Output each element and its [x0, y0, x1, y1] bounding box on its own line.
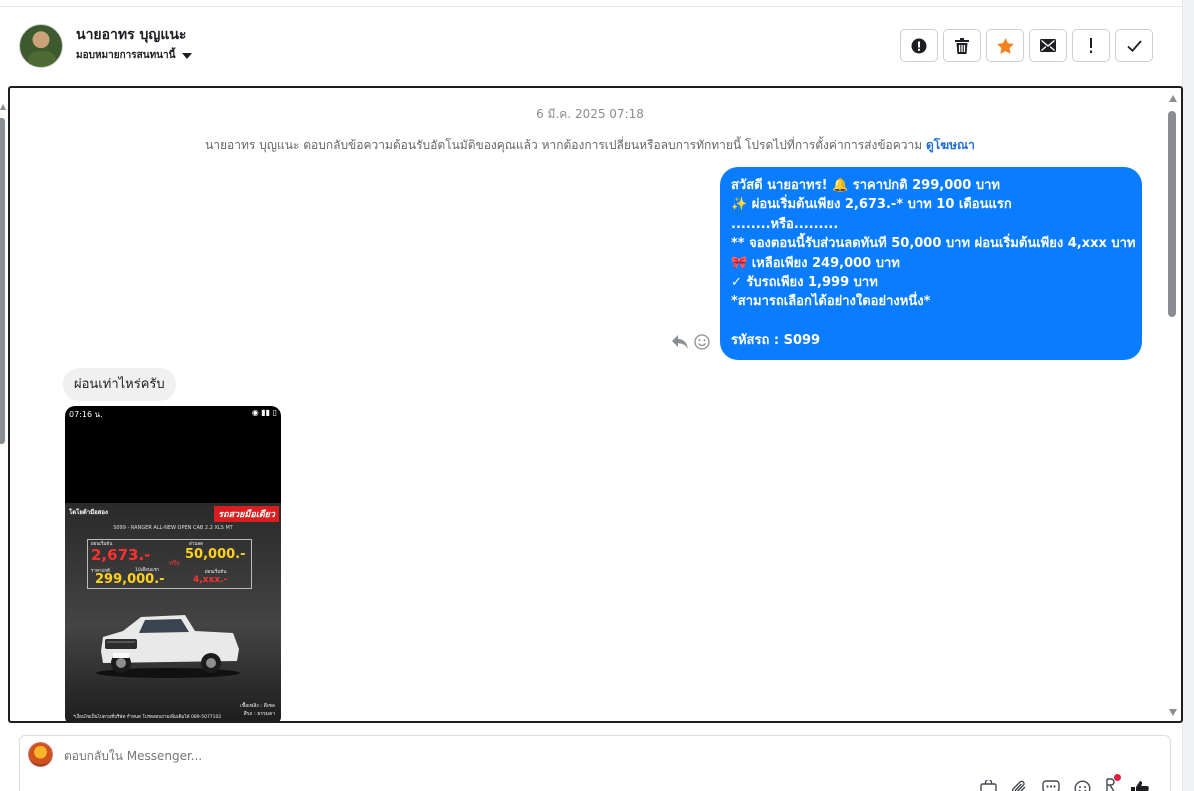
ad-label-installment2: ผ่อนเริ่มต้น: [205, 570, 227, 575]
page-avatar: [28, 742, 53, 767]
phone-status-icons: ◉ ▮▮ ▯: [251, 408, 277, 417]
ad-price-installment: 2,673.-: [91, 546, 151, 564]
ad-specs: เชื้อเพลิง : ดีเซล สีรถ : ธรรมดา: [240, 702, 275, 718]
outgoing-message-bubble[interactable]: สวัสดี นายอาทร! 🔔 ราคาปกติ 299,000 บาท ✨…: [720, 167, 1142, 361]
emoji-icon[interactable]: [1074, 780, 1091, 791]
ad-price-normal: 299,000.-: [95, 572, 165, 587]
outgoing-line: [731, 312, 1131, 331]
auto-reply-notice-text: นายอาทร บุญแนะ ตอบกลับข้อความต้อนรับอัตโ…: [205, 138, 923, 152]
outgoing-line: รหัสรถ : S099: [731, 332, 821, 348]
message-timestamp: 6 มี.ค. 2025 07:18: [536, 107, 644, 121]
notification-dot: [1114, 774, 1121, 781]
outgoing-line: ........หรือ.........: [731, 216, 839, 232]
react-emoji-icon[interactable]: [694, 334, 710, 350]
message-input[interactable]: [64, 749, 764, 763]
outgoing-line: 🎀 เหลือเพียง 249,000 บาท: [731, 255, 900, 271]
ad-fuel: เชื้อเพลิง : ดีเซล: [240, 703, 275, 709]
conversation-header: นายอาทร บุญแนะ มอบหมายการสนทนานี้: [0, 7, 1182, 86]
reply-icon[interactable]: [672, 335, 688, 349]
outgoing-line: สวัสดี นายอาทร! 🔔 ราคาปกติ 299,000 บาท: [731, 178, 1000, 193]
star-button[interactable]: [986, 29, 1024, 62]
outgoing-line: ** จองตอนนี้รับส่วนลดทันที 50,000 บาท ผ่…: [731, 236, 1136, 252]
outgoing-line: ✓ รับรถเพียง 1,999 บาท: [731, 275, 878, 291]
contact-name[interactable]: นายอาทร บุญแนะ: [76, 24, 186, 46]
incoming-message-bubble[interactable]: ผ่อนเท่าไหร่ครับ: [63, 368, 176, 401]
check-icon: [1126, 39, 1142, 52]
assign-conversation-dropdown[interactable]: มอบหมายการสนทนานี้: [76, 48, 193, 63]
quick-reply-button[interactable]: [1105, 774, 1121, 791]
phone-status-time: 07:16 น.: [69, 410, 103, 419]
ad-color: สีรถ : ธรรมดา: [243, 711, 275, 717]
composer-toolbar: [980, 774, 1149, 791]
mark-done-button[interactable]: [1115, 29, 1153, 62]
exclamation-icon: [1090, 38, 1092, 53]
pickup-truck-image: [96, 615, 240, 678]
conversation-thread[interactable]: 6 มี.ค. 2025 07:18 นายอาทร บุญแนะ ตอบกลั…: [8, 86, 1183, 723]
outgoing-line: ✨ ผ่อนเริ่มต้นเพียง 2,673.-* บาท 10 เดือ…: [731, 197, 1012, 213]
conversation-actions: [900, 29, 1153, 62]
bag-icon[interactable]: [980, 780, 997, 791]
ad-or: หรือ: [169, 560, 180, 567]
ad-footnote: *เงื่อนไขเป็นไปตามที่บริษัท กำหนด โปรดสอ…: [73, 715, 222, 720]
window-scrollbar[interactable]: [1182, 0, 1194, 791]
scroll-thumb[interactable]: [1168, 111, 1176, 317]
trash-icon: [955, 37, 969, 54]
ad-model: S099 - RANGER ALL-NEW OPEN CAB 2.2 XLS M…: [113, 525, 233, 531]
alert-circle-icon: [911, 38, 927, 53]
thumbs-up-icon[interactable]: [1131, 780, 1149, 791]
ad-tag: รถสวยมือเดียว: [214, 506, 279, 522]
thread-scrollbar[interactable]: [1167, 93, 1179, 718]
chat-dots-icon[interactable]: [1042, 780, 1060, 791]
envelope-icon: [1040, 39, 1056, 52]
left-panel-scroll-up[interactable]: [0, 104, 6, 110]
scroll-down-arrow[interactable]: [1169, 709, 1177, 716]
caret-down-icon: [182, 52, 193, 59]
view-ad-link[interactable]: ดูโฆษณา: [926, 138, 975, 152]
contact-avatar[interactable]: [19, 24, 63, 68]
auto-reply-notice: นายอาทร บุญแนะ ตอบกลับข้อความต้อนรับอัตโ…: [10, 136, 1170, 155]
follow-up-button[interactable]: [1072, 29, 1110, 62]
reply-composer: [19, 735, 1171, 791]
star-icon: [996, 37, 1014, 54]
assign-label: มอบหมายการสนทนานี้: [76, 50, 176, 61]
left-panel-scroll-thumb[interactable]: [0, 118, 5, 444]
ad-price-discount: 50,000.-: [185, 547, 246, 562]
ad-label-discount: ส่วนลด: [189, 542, 204, 547]
scroll-up-arrow[interactable]: [1169, 95, 1177, 102]
report-spam-button[interactable]: [900, 29, 938, 62]
delete-button[interactable]: [943, 29, 981, 62]
incoming-image-attachment[interactable]: 07:16 น. ◉ ▮▮ ▯ โตโยต้ามือสอง รถสวยมือเด…: [65, 406, 281, 721]
outgoing-line: *สามารถเลือกได้อย่างใดอย่างหนึ่ง*: [731, 294, 931, 310]
ad-price-installment2: 4,xxx.-: [193, 575, 228, 585]
ad-brand: โตโยต้ามือสอง: [69, 509, 108, 516]
phone-status-bar: 07:16 น. ◉ ▮▮ ▯: [65, 406, 281, 420]
car-advertisement: โตโยต้ามือสอง รถสวยมือเดียว S099 - RANGE…: [65, 503, 281, 721]
mark-unread-button[interactable]: [1029, 29, 1067, 62]
paperclip-icon[interactable]: [1011, 780, 1028, 791]
message-actions: [672, 334, 710, 350]
